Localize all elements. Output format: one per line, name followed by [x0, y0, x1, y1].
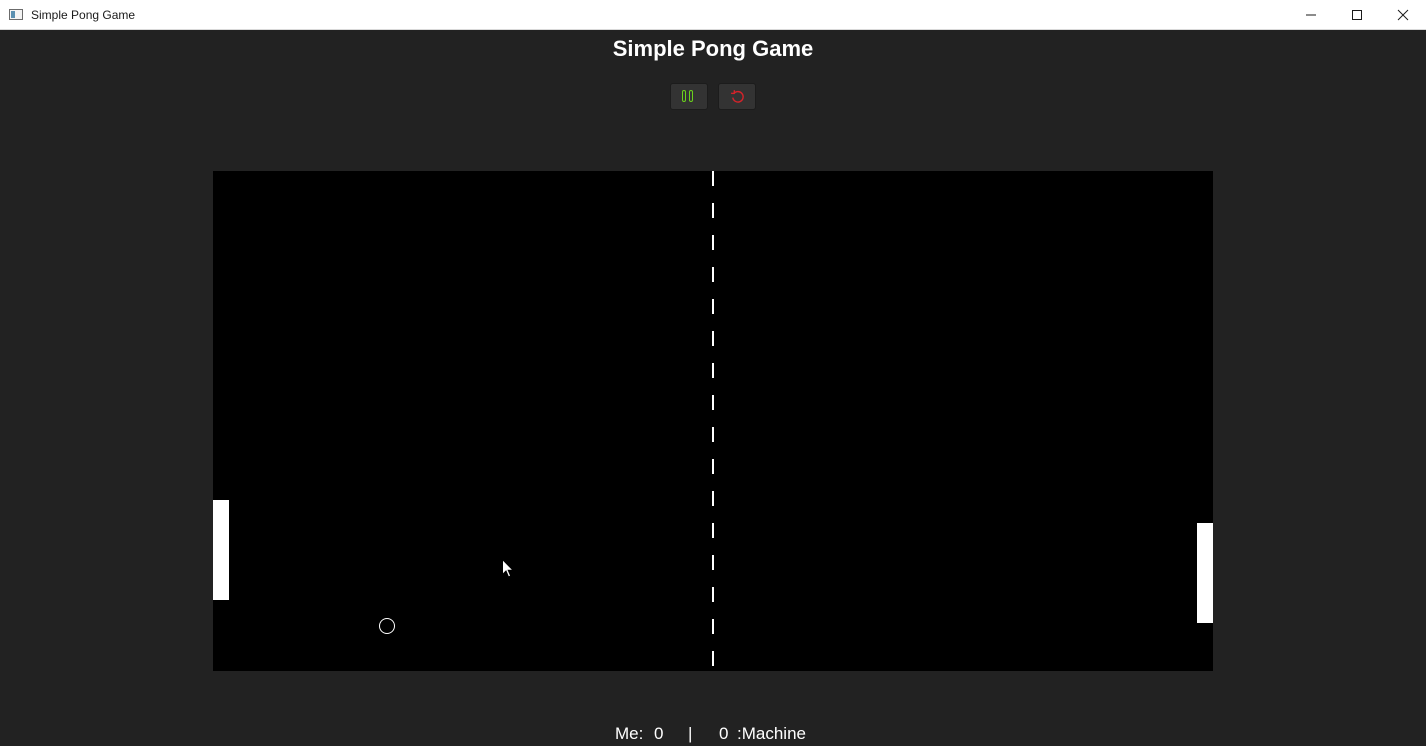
game-title: Simple Pong Game — [612, 36, 814, 61]
maximize-icon — [1352, 10, 1362, 20]
net-dash — [712, 363, 714, 378]
net-dash — [712, 203, 714, 218]
net-dash — [712, 587, 714, 602]
pause-icon — [681, 90, 697, 104]
net-dash — [712, 427, 714, 442]
player-paddle — [213, 500, 229, 600]
net-dash — [712, 555, 714, 570]
net-dash — [712, 171, 714, 186]
game-court[interactable] — [213, 171, 1213, 671]
net-dash — [712, 523, 714, 538]
net-dash — [712, 235, 714, 250]
minimize-button[interactable] — [1288, 0, 1334, 30]
pause-button[interactable] — [670, 83, 708, 110]
title-bar[interactable]: Simple Pong Game — [0, 0, 1426, 30]
maximize-button[interactable] — [1334, 0, 1380, 30]
window-title: Simple Pong Game — [31, 8, 136, 22]
net-dash — [712, 491, 714, 506]
me-score: 0 — [654, 724, 664, 743]
close-button[interactable] — [1380, 0, 1426, 30]
net-dash — [712, 459, 714, 474]
reset-button[interactable] — [718, 83, 756, 110]
ball — [379, 618, 395, 634]
machine-label: :Machine — [737, 724, 806, 743]
net-dash — [712, 267, 714, 282]
app-icon — [9, 9, 23, 20]
machine-paddle — [1197, 523, 1213, 623]
net-dash — [712, 395, 714, 410]
net-dash — [712, 299, 714, 314]
minimize-icon — [1306, 14, 1316, 16]
app-window: Simple Pong Game Simple Pong Game Me: 0 … — [0, 0, 1426, 746]
close-icon — [1397, 9, 1409, 21]
me-label: Me: — [615, 724, 644, 743]
machine-score: 0 — [719, 724, 729, 743]
net-dash — [712, 331, 714, 346]
reset-icon — [731, 90, 744, 103]
score-separator: | — [688, 724, 693, 743]
mouse-cursor-icon — [502, 559, 514, 578]
net-dash — [712, 619, 714, 634]
net-dash — [712, 651, 714, 666]
